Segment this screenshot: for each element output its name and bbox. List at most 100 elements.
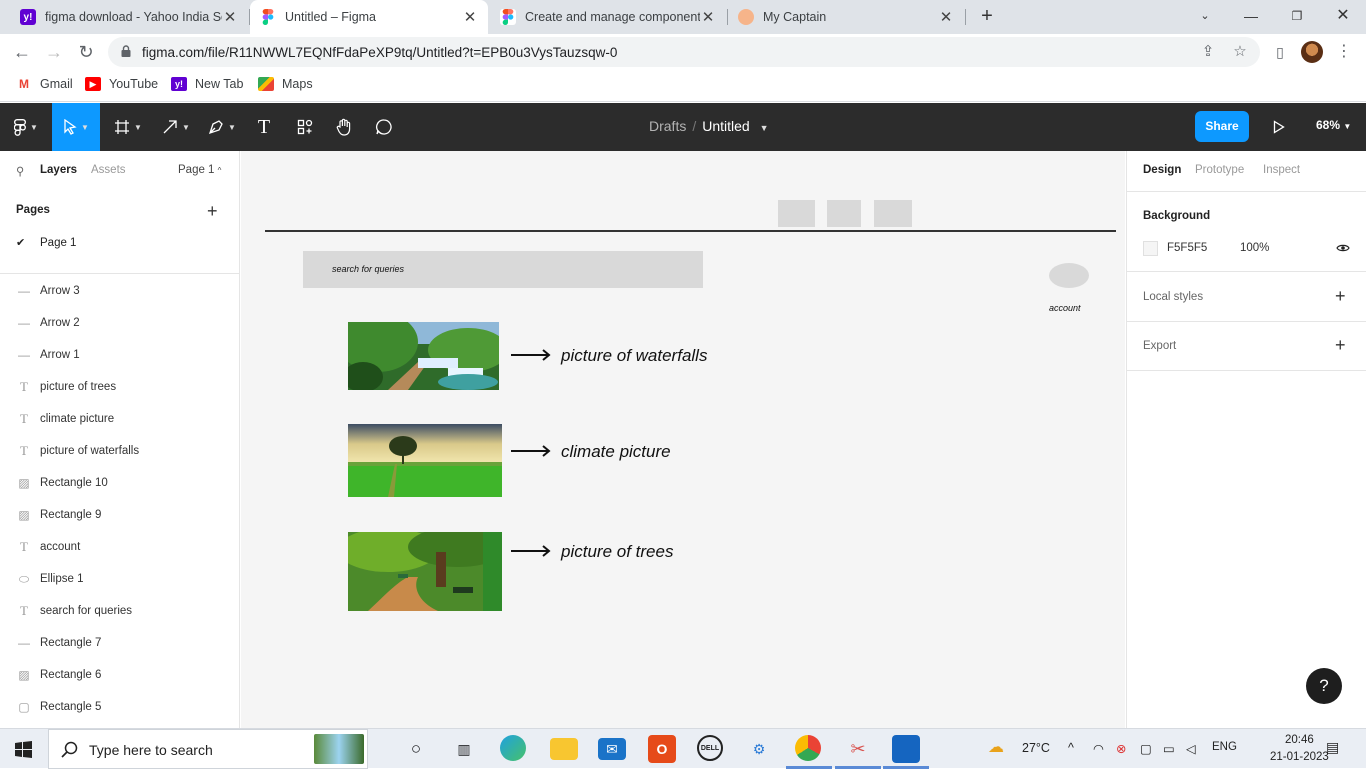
background-opacity-value[interactable]: 100%: [1240, 242, 1269, 254]
layer-item[interactable]: — Rectangle 7: [0, 627, 240, 659]
zoom-control[interactable]: 68% ▼: [1316, 118, 1351, 132]
arrow-3[interactable]: [511, 545, 551, 557]
support-assist-icon[interactable]: ⚙: [745, 735, 773, 763]
tab-figma-untitled[interactable]: Untitled – Figma ✕: [250, 0, 488, 34]
tab-prototype[interactable]: Prototype: [1195, 164, 1244, 176]
mail-icon[interactable]: ✉: [598, 738, 626, 760]
bookmark-maps[interactable]: Maps: [258, 77, 313, 91]
clock[interactable]: 20:46 21-01-2023: [1270, 732, 1329, 766]
side-panel-icon[interactable]: ▯: [1268, 40, 1292, 64]
account-label[interactable]: account: [1049, 303, 1081, 313]
battery-icon[interactable]: ▭: [1163, 741, 1175, 756]
layer-item[interactable]: — Arrow 1: [0, 339, 240, 371]
layer-item[interactable]: ▨ Rectangle 10: [0, 467, 240, 499]
layer-item[interactable]: Tclimate picture: [0, 403, 240, 435]
search-box-rectangle[interactable]: search for queries: [303, 251, 703, 288]
present-button[interactable]: [1268, 103, 1290, 151]
eye-icon[interactable]: [1336, 243, 1350, 253]
waterfall-image[interactable]: [348, 322, 499, 390]
office-icon[interactable]: O: [648, 735, 676, 763]
move-tool-button[interactable]: ▼: [52, 103, 100, 151]
comment-tool-button[interactable]: [370, 103, 398, 151]
close-tab-icon[interactable]: ✕: [700, 8, 716, 26]
chevron-down-icon[interactable]: ▼: [760, 123, 769, 133]
bookmark-youtube[interactable]: ▶ YouTube: [85, 77, 158, 91]
forward-icon[interactable]: →: [42, 40, 66, 64]
account-ellipse[interactable]: [1049, 263, 1089, 288]
device-icon[interactable]: ▢: [1140, 741, 1152, 756]
temperature-label[interactable]: 27°C: [1022, 741, 1050, 755]
chrome-menu-icon[interactable]: ⋮: [1332, 40, 1356, 64]
background-hex-value[interactable]: F5F5F5: [1167, 242, 1207, 254]
notifications-icon[interactable]: ▤: [1326, 739, 1339, 756]
shape-tool-button[interactable]: ▼: [156, 103, 196, 151]
background-swatch[interactable]: [1143, 241, 1158, 256]
arrow-1[interactable]: [511, 349, 551, 361]
taskbar-search-box[interactable]: Type here to search: [48, 729, 368, 769]
tab-yahoo-search[interactable]: y! figma download - Yahoo India Se ✕: [10, 0, 248, 34]
breadcrumb-drafts[interactable]: Drafts: [649, 118, 686, 134]
text-tool-button[interactable]: T: [250, 103, 278, 151]
hand-tool-button[interactable]: [330, 103, 358, 151]
share-page-icon[interactable]: ⇪: [1198, 42, 1218, 62]
url-text[interactable]: figma.com/file/R11NWWL7EQNfFdaPeXP9tq/Un…: [142, 45, 617, 60]
pen-tool-button[interactable]: ▼: [202, 103, 242, 151]
reload-icon[interactable]: ↻: [74, 40, 98, 64]
nav-placeholder-rectangle[interactable]: [874, 200, 912, 227]
tab-assets[interactable]: Assets: [91, 164, 126, 176]
close-tab-icon[interactable]: ✕: [222, 8, 238, 26]
layer-item[interactable]: — Arrow 3: [0, 275, 240, 307]
caption-waterfalls[interactable]: picture of waterfalls: [561, 346, 707, 366]
bookmark-gmail[interactable]: M Gmail: [16, 77, 73, 91]
new-tab-icon[interactable]: +: [977, 5, 997, 29]
profile-avatar[interactable]: [1301, 41, 1323, 63]
layer-item[interactable]: ▨ Rectangle 9: [0, 499, 240, 531]
edge-icon[interactable]: [500, 735, 526, 761]
trees-image[interactable]: [348, 532, 502, 611]
store-icon[interactable]: [892, 735, 920, 763]
nav-placeholder-rectangle[interactable]: [827, 200, 861, 227]
bookmark-new-tab[interactable]: y! New Tab: [171, 77, 243, 91]
bookmark-star-icon[interactable]: ☆: [1230, 42, 1250, 62]
weather-icon[interactable]: ☁: [988, 737, 1004, 757]
add-page-icon[interactable]: +: [207, 201, 218, 222]
network-icon[interactable]: ◠: [1093, 741, 1104, 756]
snipping-tool-icon[interactable]: ✂: [844, 735, 872, 763]
layer-item[interactable]: ⬭ Ellipse 1: [0, 563, 240, 595]
windows-start-icon[interactable]: [15, 741, 32, 758]
omnibox[interactable]: figma.com/file/R11NWWL7EQNfFdaPeXP9tq/Un…: [108, 37, 1260, 67]
layer-item[interactable]: Tpicture of waterfalls: [0, 435, 240, 467]
volume-icon[interactable]: ◁: [1186, 741, 1196, 756]
restore-icon[interactable]: ❐: [1286, 5, 1308, 27]
layer-item[interactable]: Tsearch for queries: [0, 595, 240, 627]
layer-item[interactable]: Tpicture of trees: [0, 371, 240, 403]
resources-button[interactable]: [290, 103, 320, 151]
tab-layers[interactable]: Layers: [40, 164, 77, 176]
search-placeholder-text[interactable]: search for queries: [332, 264, 404, 274]
layer-item[interactable]: ▨ Rectangle 6: [0, 659, 240, 691]
layer-item[interactable]: — Arrow 2: [0, 307, 240, 339]
layer-item[interactable]: ▢ Rectangle 5: [0, 691, 240, 723]
close-tab-icon[interactable]: ✕: [462, 8, 478, 26]
chrome-icon[interactable]: [795, 735, 821, 761]
close-tab-icon[interactable]: ✕: [938, 8, 954, 26]
file-name[interactable]: Untitled: [702, 118, 749, 134]
back-icon[interactable]: ←: [10, 40, 34, 64]
search-icon[interactable]: ⚲: [16, 164, 24, 178]
cortana-icon[interactable]: ○: [402, 735, 430, 763]
minimize-icon[interactable]: —: [1240, 5, 1262, 27]
file-explorer-icon[interactable]: [550, 738, 578, 760]
tab-design[interactable]: Design: [1143, 164, 1181, 176]
close-window-icon[interactable]: ✕: [1332, 5, 1354, 27]
arrow-2[interactable]: [511, 445, 551, 457]
design-canvas[interactable]: search for queries account picture of wa…: [241, 151, 1125, 728]
frame-tool-button[interactable]: ▼: [108, 103, 148, 151]
caption-trees[interactable]: picture of trees: [561, 542, 673, 562]
add-style-icon[interactable]: +: [1335, 286, 1346, 307]
help-button[interactable]: ?: [1306, 668, 1342, 704]
nav-placeholder-rectangle[interactable]: [778, 200, 815, 227]
antivirus-icon[interactable]: ⊗: [1116, 741, 1126, 756]
page-item[interactable]: ✔ Page 1: [16, 236, 76, 250]
caption-climate[interactable]: climate picture: [561, 442, 671, 462]
dell-icon[interactable]: DELL: [697, 735, 723, 761]
